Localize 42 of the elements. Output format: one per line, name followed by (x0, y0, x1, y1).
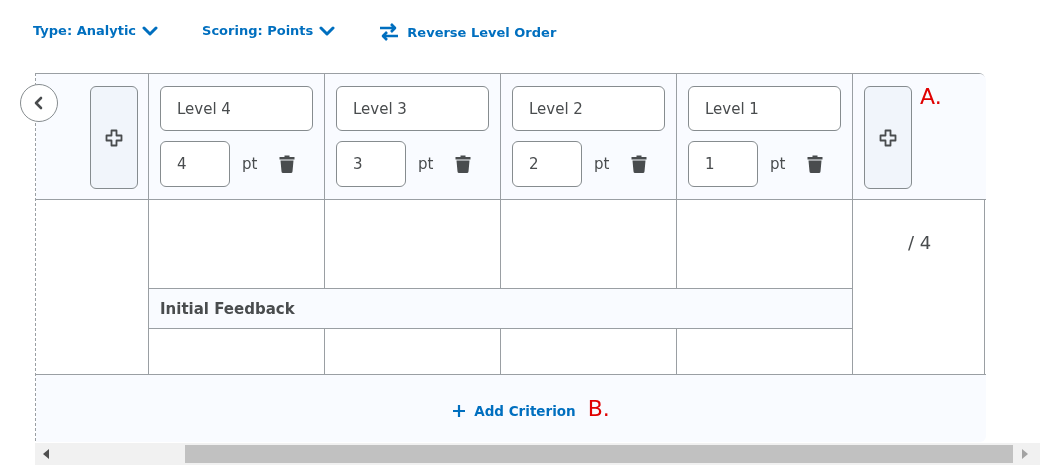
unit-label: pt (242, 155, 258, 173)
level-name-field[interactable]: Level 4 (160, 86, 313, 131)
chevron-left-icon (34, 96, 44, 110)
points-field[interactable]: 2 (512, 141, 582, 187)
total-score: / 4 (907, 232, 932, 253)
trash-icon (455, 155, 472, 173)
annotation-label: B. (587, 396, 610, 421)
level-name-field[interactable]: Level 1 (688, 86, 841, 131)
horizontal-scrollbar[interactable] (35, 443, 1040, 465)
trash-icon (279, 155, 296, 173)
reverse-order-button[interactable]: Reverse Level Order (379, 21, 557, 43)
dropdown-button[interactable]: Type: Analytic (33, 21, 159, 40)
scrollbar-thumb[interactable] (185, 445, 1013, 463)
annotation-label: A. (920, 84, 942, 109)
chevron-down-icon (142, 25, 159, 36)
chevron-down-icon (319, 25, 336, 36)
plus-icon (878, 127, 898, 148)
unit-label: pt (770, 155, 786, 173)
scroll-left-icon[interactable] (42, 449, 50, 459)
trash-icon (807, 155, 824, 173)
unit-label: pt (418, 155, 434, 173)
level-name-field[interactable]: Level 2 (512, 86, 665, 131)
delete-button[interactable] (807, 155, 824, 173)
plus-icon (104, 127, 124, 148)
scroll-right-icon[interactable] (1021, 449, 1029, 459)
dropdown-button[interactable]: Scoring: Points (202, 21, 336, 40)
swap-arrows-icon (379, 23, 400, 41)
points-field[interactable]: 3 (336, 141, 406, 187)
collapse-button[interactable] (20, 84, 58, 122)
unit-label: pt (594, 155, 610, 173)
delete-button[interactable] (631, 155, 648, 173)
points-field[interactable]: 1 (688, 141, 758, 187)
add-criterion-button[interactable]: Add Criterion (452, 398, 576, 419)
trash-icon (631, 155, 648, 173)
delete-button[interactable] (279, 155, 296, 173)
add-level-button[interactable] (864, 86, 912, 189)
add-level-button[interactable] (90, 86, 138, 189)
plus-icon (452, 403, 467, 418)
level-name-field[interactable]: Level 3 (336, 86, 489, 131)
delete-button[interactable] (455, 155, 472, 173)
points-field[interactable]: 4 (160, 141, 230, 187)
feedback-label: Initial Feedback (160, 299, 295, 318)
